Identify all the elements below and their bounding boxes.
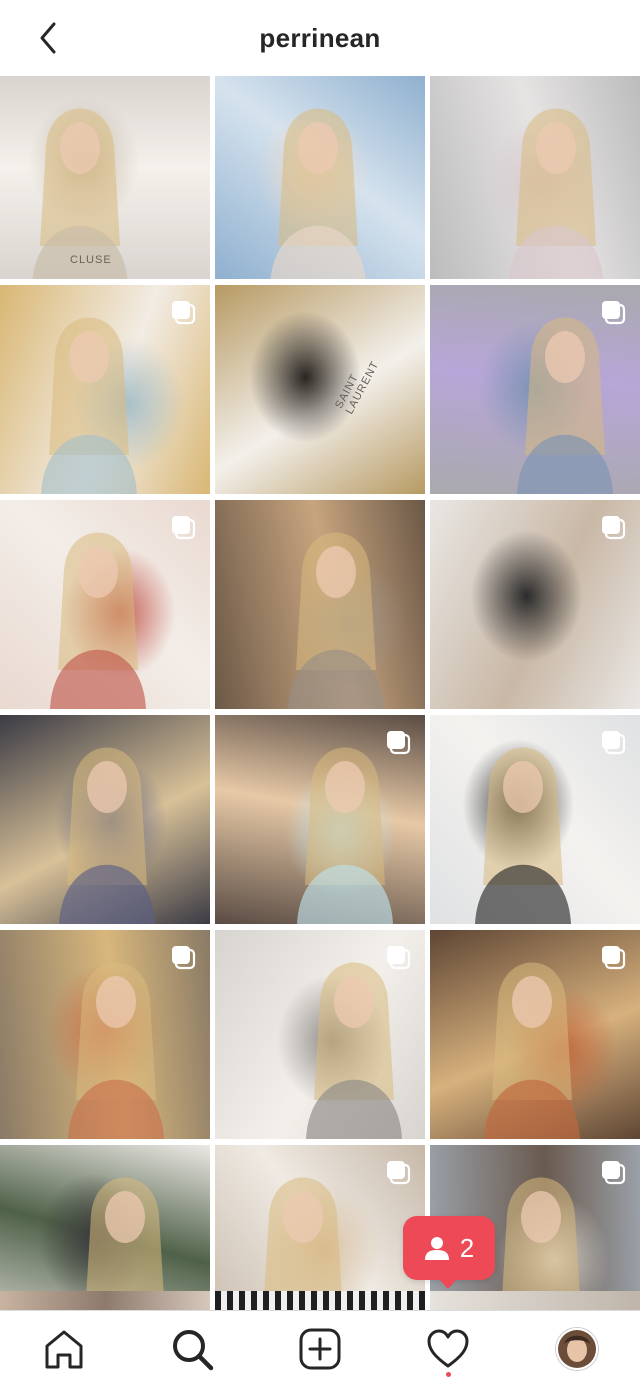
- grid-post-10[interactable]: [0, 715, 210, 924]
- grid-post-7[interactable]: [0, 500, 210, 709]
- notification-pointer: [437, 1277, 459, 1289]
- activity-dot: [446, 1372, 451, 1377]
- nav-search-button[interactable]: [168, 1325, 216, 1373]
- nav-home-button[interactable]: [40, 1325, 88, 1373]
- grid-post-6[interactable]: [430, 285, 640, 494]
- carousel-icon: [602, 301, 626, 325]
- avatar: [556, 1328, 598, 1370]
- grid-post-4[interactable]: [0, 285, 210, 494]
- grid-post-15[interactable]: [430, 930, 640, 1139]
- grid-post-1[interactable]: CLUSE: [0, 76, 210, 279]
- avatar-icon: [558, 1330, 596, 1368]
- post-subject: [288, 532, 384, 709]
- carousel-icon: [602, 731, 626, 755]
- grid-tile-partial[interactable]: [215, 1291, 425, 1310]
- grid-tile-partial[interactable]: [0, 1291, 210, 1310]
- grid-post-8[interactable]: [215, 500, 425, 709]
- notification-count: 2: [459, 1232, 475, 1263]
- post-subject: [215, 285, 425, 494]
- carousel-icon: [602, 946, 626, 970]
- bottom-nav: [0, 1310, 640, 1386]
- grid-post-17[interactable]: [215, 1145, 425, 1310]
- post-subject: [59, 747, 155, 924]
- post-subject: [270, 108, 366, 279]
- back-button[interactable]: [28, 18, 68, 58]
- person-icon: [424, 1237, 449, 1260]
- grid-post-5[interactable]: SAINT LAURENT: [215, 285, 425, 494]
- top-bar: perrinean: [0, 0, 640, 76]
- nav-new-post-button[interactable]: [296, 1325, 344, 1373]
- heart-icon: [427, 1329, 469, 1368]
- plus-square-icon: [299, 1328, 341, 1370]
- grid-post-14[interactable]: [215, 930, 425, 1139]
- grid-post-9[interactable]: [430, 500, 640, 709]
- carousel-icon: [387, 731, 411, 755]
- grid-post-16[interactable]: [0, 1145, 210, 1310]
- activity-notification-bubble[interactable]: 2: [403, 1216, 495, 1280]
- post-subject: [508, 108, 604, 279]
- photo-grid: CLUSE SAINT LAURENT: [0, 76, 640, 1310]
- post-brand-mark: CLUSE: [70, 254, 112, 266]
- grid-post-11[interactable]: [215, 715, 425, 924]
- carousel-icon: [172, 946, 196, 970]
- post-subject: [85, 1177, 165, 1310]
- carousel-icon: [602, 516, 626, 540]
- home-icon: [45, 1330, 83, 1369]
- grid-tile-partial[interactable]: [430, 1291, 640, 1310]
- carousel-icon: [172, 301, 196, 325]
- carousel-icon: [602, 1161, 626, 1185]
- carousel-icon: [387, 1161, 411, 1185]
- grid-post-13[interactable]: [0, 930, 210, 1139]
- nav-activity-button[interactable]: [424, 1325, 472, 1377]
- grid-post-2[interactable]: [215, 76, 425, 279]
- grid-row-partial: [0, 1291, 640, 1310]
- carousel-icon: [172, 516, 196, 540]
- chevron-left-icon: [40, 22, 56, 54]
- search-icon: [173, 1330, 214, 1371]
- grid-post-3[interactable]: [430, 76, 640, 279]
- grid-post-12[interactable]: [430, 715, 640, 924]
- post-subject: [32, 108, 128, 279]
- carousel-icon: [387, 946, 411, 970]
- page-title: perrinean: [259, 22, 381, 53]
- nav-profile-button[interactable]: [553, 1325, 601, 1373]
